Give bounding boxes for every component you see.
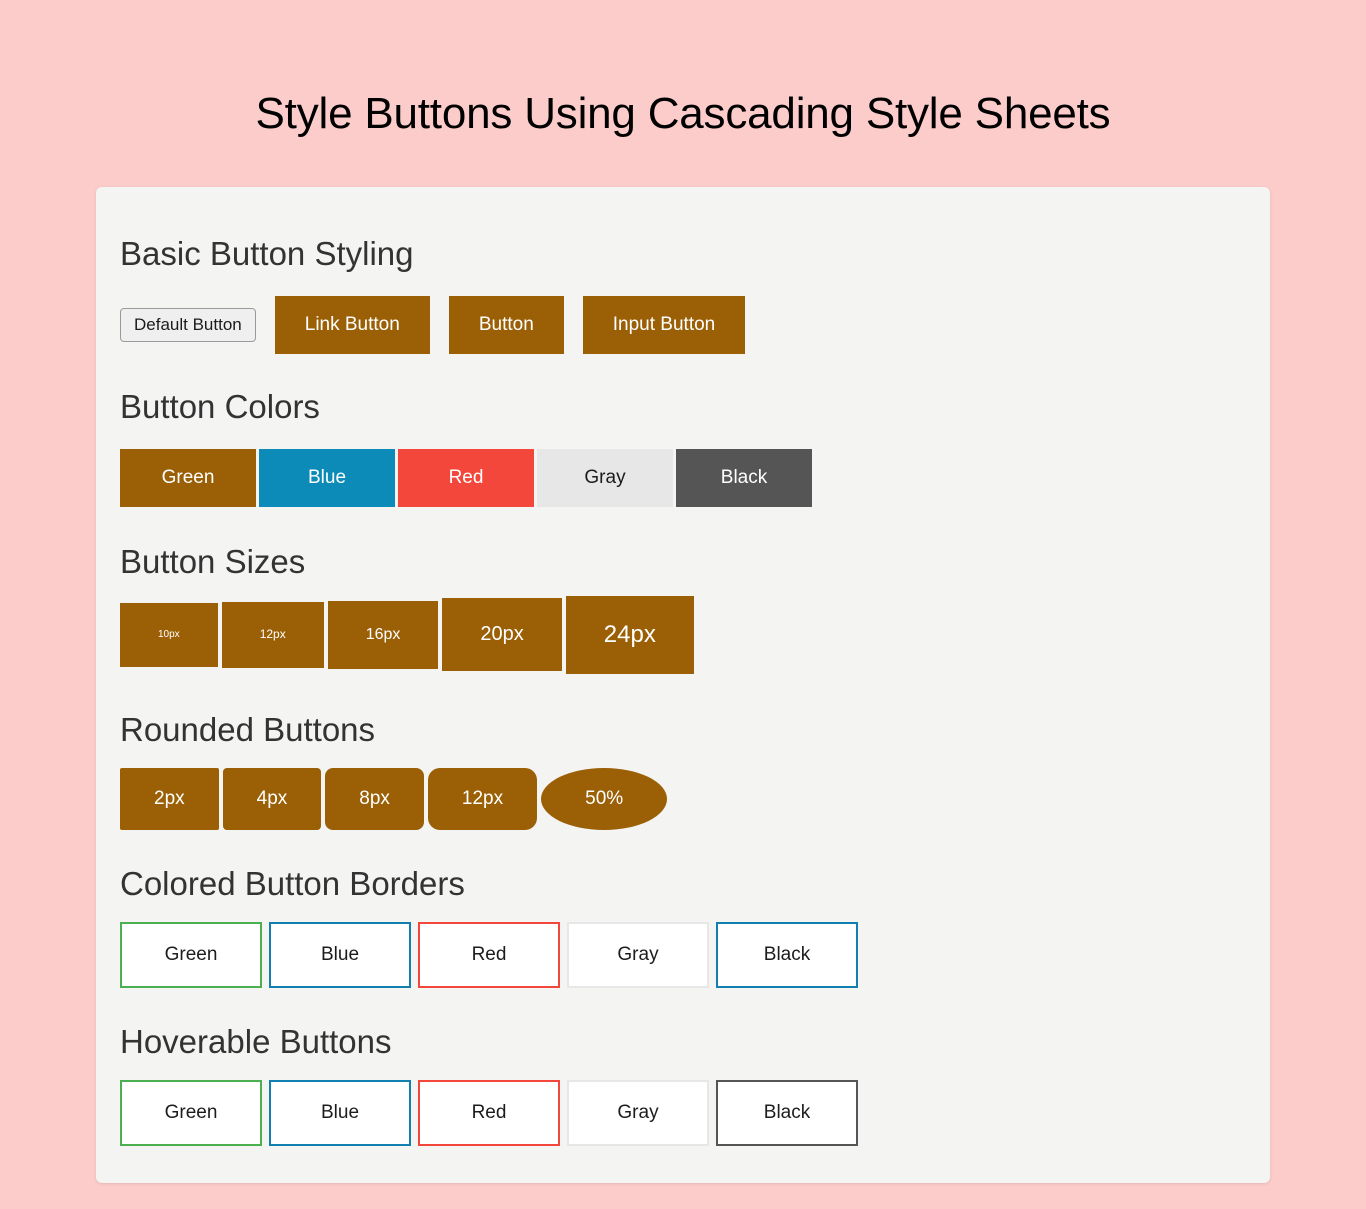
color-button-green[interactable]: Green <box>120 449 256 507</box>
default-button[interactable]: Default Button <box>120 307 256 343</box>
size-button-row: 10px 12px 16px 20px 24px <box>120 596 694 674</box>
rounded-button-4px[interactable]: 4px <box>222 768 322 830</box>
color-button-blue[interactable]: Blue <box>259 449 395 507</box>
section-button-sizes: Button Sizes 10px 12px 16px 20px 24px <box>120 545 694 674</box>
size-button-16px[interactable]: 16px <box>327 600 439 669</box>
size-button-12px[interactable]: 12px <box>221 601 324 668</box>
content-card: Basic Button Styling Default Button Link… <box>96 187 1270 1183</box>
hoverable-button-black[interactable]: Black <box>716 1080 858 1146</box>
rounded-button-8px[interactable]: 8px <box>325 768 424 830</box>
section-basic-button-styling: Basic Button Styling Default Button Link… <box>120 235 746 354</box>
hoverable-button-red[interactable]: Red <box>418 1080 560 1146</box>
section-rounded-buttons: Rounded Buttons 2px 4px 8px 12px 50% <box>120 711 668 830</box>
section-heading-bordered: Colored Button Borders <box>120 865 465 902</box>
section-heading-hoverable: Hoverable Buttons <box>120 1023 392 1060</box>
section-heading-rounded: Rounded Buttons <box>120 711 376 748</box>
color-button-black[interactable]: Black <box>676 449 812 507</box>
bordered-button-row: Green Blue Red Gray Black <box>120 922 858 988</box>
bordered-button-blue[interactable]: Blue <box>269 922 411 988</box>
section-heading-sizes: Button Sizes <box>120 543 306 580</box>
link-button[interactable]: Link Button <box>274 296 430 354</box>
size-button-24px[interactable]: 24px <box>565 596 694 674</box>
color-button-red[interactable]: Red <box>398 449 534 507</box>
input-button[interactable]: Input Button <box>582 296 746 354</box>
rounded-button-row: 2px 4px 8px 12px 50% <box>120 768 668 830</box>
hoverable-button-gray[interactable]: Gray <box>567 1080 709 1146</box>
styled-button[interactable]: Button <box>448 296 564 354</box>
rounded-button-12px[interactable]: 12px <box>427 768 538 830</box>
section-button-colors: Button Colors Green Blue Red Gray Black <box>120 390 812 507</box>
hoverable-button-blue[interactable]: Blue <box>269 1080 411 1146</box>
section-colored-button-borders: Colored Button Borders Green Blue Red Gr… <box>120 867 858 988</box>
section-heading-basic: Basic Button Styling <box>120 235 414 272</box>
size-button-10px[interactable]: 10px <box>120 603 218 667</box>
color-button-row: Green Blue Red Gray Black <box>120 449 812 507</box>
bordered-button-black[interactable]: Black <box>716 922 858 988</box>
bordered-button-gray[interactable]: Gray <box>567 922 709 988</box>
section-hoverable-buttons: Hoverable Buttons Green Blue Red Gray Bl… <box>120 1025 858 1146</box>
page-title: Style Buttons Using Cascading Style Shee… <box>255 89 1111 138</box>
bordered-button-green[interactable]: Green <box>120 922 262 988</box>
hoverable-button-green[interactable]: Green <box>120 1080 262 1146</box>
hoverable-button-row: Green Blue Red Gray Black <box>120 1080 858 1146</box>
section-heading-colors: Button Colors <box>120 388 320 425</box>
size-button-20px[interactable]: 20px <box>442 598 562 672</box>
bordered-button-red[interactable]: Red <box>418 922 560 988</box>
rounded-button-2px[interactable]: 2px <box>120 768 219 830</box>
rounded-button-50-percent[interactable]: 50% <box>541 768 668 830</box>
color-button-gray[interactable]: Gray <box>537 449 673 507</box>
basic-button-row: Default Button Link Button Button Input … <box>120 296 746 354</box>
